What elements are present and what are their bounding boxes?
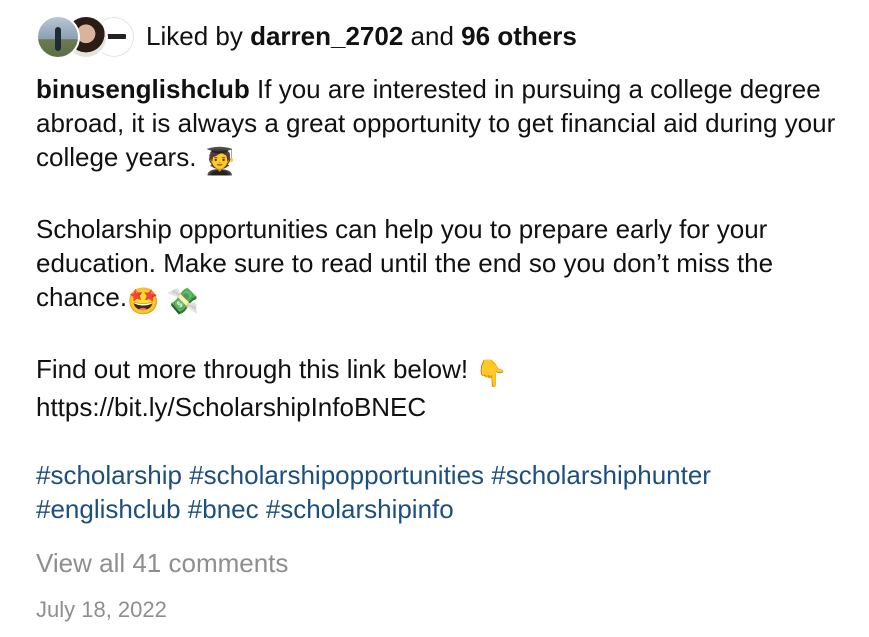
- post-caption: binusenglishclub If you are interested i…: [36, 72, 846, 526]
- post-details: Liked by darren_2702 and 96 others binus…: [0, 0, 869, 637]
- hashtags-line[interactable]: #scholarship #scholarshipopportunities #…: [36, 460, 711, 490]
- likes-summary[interactable]: Liked by darren_2702 and 96 others: [146, 21, 577, 52]
- graduate-emoji-icon: 🧑‍🎓: [203, 146, 237, 176]
- caption-paragraph-3: Find out more through this link below! 👇…: [36, 352, 846, 424]
- view-all-comments-link[interactable]: View all 41 comments: [36, 548, 288, 579]
- caption-link[interactable]: https://bit.ly/ScholarshipInfoBNEC: [36, 392, 426, 422]
- hashtags-line[interactable]: #englishclub #bnec #scholarshipinfo: [36, 494, 454, 524]
- likes-row[interactable]: Liked by darren_2702 and 96 others: [36, 14, 577, 59]
- liked-by-username[interactable]: darren_2702: [250, 21, 403, 51]
- likes-connector: and: [410, 20, 454, 51]
- star-struck-emoji-icon: 🤩: [127, 286, 160, 316]
- profile-photo-icon: [55, 27, 61, 51]
- post-date: July 18, 2022: [36, 597, 167, 622]
- pointing-down-emoji-icon: 👇: [475, 358, 508, 388]
- money-with-wings-emoji-icon: 💸: [166, 286, 200, 316]
- caption-paragraph-2: Scholarship opportunities can help you t…: [36, 212, 846, 318]
- avatar[interactable]: [36, 15, 80, 59]
- caption-hashtags: #scholarship #scholarshipopportunities #…: [36, 458, 846, 526]
- caption-paragraph-1: binusenglishclub If you are interested i…: [36, 72, 846, 178]
- liker-avatars[interactable]: [36, 14, 136, 59]
- caption-username[interactable]: binusenglishclub: [36, 74, 250, 104]
- caption-text: Find out more through this link below!: [36, 354, 469, 384]
- likes-others-count[interactable]: 96 others: [461, 21, 577, 51]
- likes-prefix: Liked by: [146, 20, 243, 51]
